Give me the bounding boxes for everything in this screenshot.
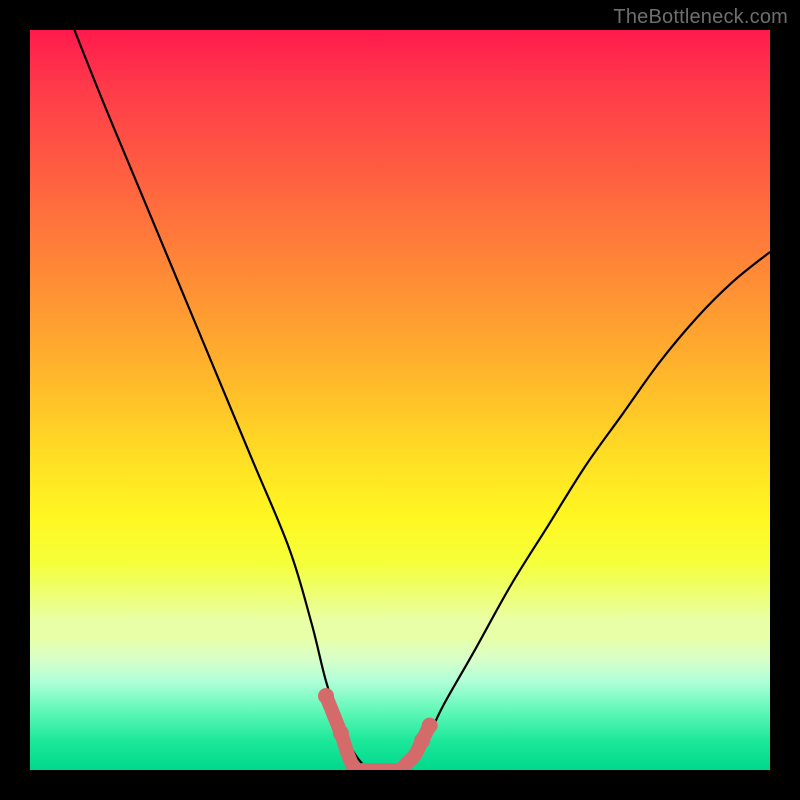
watermark-text: TheBottleneck.com bbox=[613, 6, 788, 29]
plot-area bbox=[30, 30, 770, 770]
chart-frame: TheBottleneck.com bbox=[0, 0, 800, 800]
trough-marker-dot bbox=[318, 688, 334, 704]
trough-marker-dot bbox=[333, 725, 349, 741]
bottleneck-curve bbox=[74, 30, 770, 770]
bottleneck-curve-svg bbox=[30, 30, 770, 770]
trough-marker-dot bbox=[422, 718, 438, 734]
trough-marker-dot bbox=[414, 732, 430, 748]
